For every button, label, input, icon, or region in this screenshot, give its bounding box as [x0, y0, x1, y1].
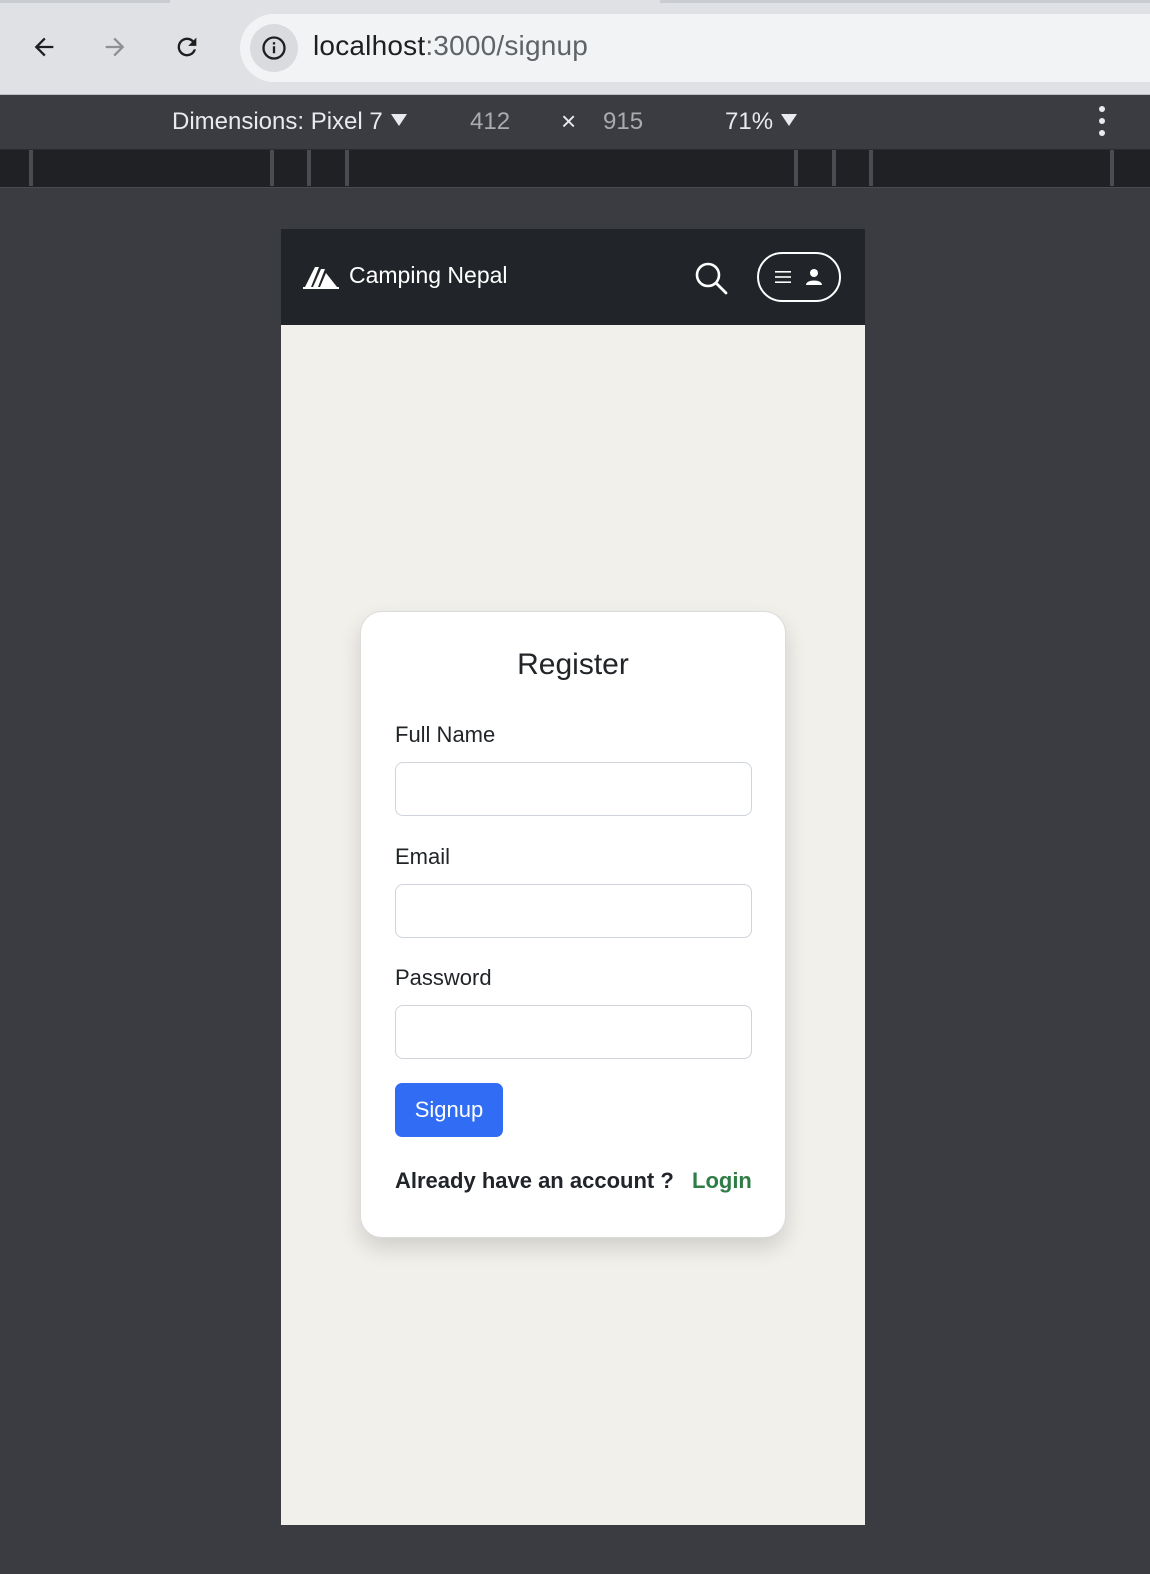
brand-link[interactable]: Camping Nepal — [303, 262, 508, 289]
search-icon — [695, 262, 728, 295]
reload-icon — [177, 37, 197, 57]
search-button[interactable] — [693, 260, 729, 296]
login-link[interactable]: Login — [692, 1168, 752, 1194]
chevron-down-icon — [390, 114, 407, 126]
app-navbar: Camping Nepal — [281, 229, 865, 325]
back-button[interactable] — [23, 26, 65, 68]
user-menu-button[interactable] — [757, 252, 841, 302]
ruler-tick[interactable] — [270, 150, 274, 186]
arrow-left-icon — [34, 37, 54, 57]
password-label: Password — [395, 965, 492, 990]
url-path: :3000/signup — [425, 30, 589, 61]
forward-button[interactable] — [94, 26, 136, 68]
register-card: Register Full Name Email Password Signup… — [360, 611, 786, 1238]
brand-name: Camping Nepal — [349, 262, 508, 288]
hamburger-icon — [775, 271, 791, 283]
signup-button[interactable]: Signup — [395, 1083, 503, 1137]
tab-strip-edge — [660, 0, 1150, 3]
full-name-input[interactable] — [395, 762, 752, 816]
media-query-ruler — [0, 150, 1150, 188]
zoom-dropdown[interactable]: 71% — [725, 108, 798, 136]
email-input[interactable] — [395, 884, 752, 938]
dimension-separator: × — [561, 106, 577, 136]
address-bar[interactable]: localhost:3000/signup — [240, 14, 1150, 82]
tent-icon — [303, 266, 339, 289]
ruler-tick[interactable] — [307, 150, 311, 186]
height-input[interactable]: 915 — [603, 108, 643, 136]
login-prompt: Already have an account ? — [395, 1168, 674, 1193]
tab-strip-edge — [0, 0, 170, 3]
arrow-right-icon — [105, 37, 125, 57]
device-viewport: Camping Nepal Register Full Name Email P… — [281, 229, 865, 1525]
url-host: localhost — [313, 30, 426, 61]
width-input[interactable]: 412 — [470, 108, 510, 136]
password-input[interactable] — [395, 1005, 752, 1059]
browser-toolbar: localhost:3000/signup — [0, 0, 1150, 95]
ruler-tick[interactable] — [1110, 150, 1114, 186]
device-label: Dimensions: Pixel 7 — [172, 108, 383, 135]
info-icon — [262, 36, 286, 60]
chevron-down-icon — [781, 114, 798, 126]
ruler-tick[interactable] — [832, 150, 836, 186]
ruler-tick[interactable] — [794, 150, 798, 186]
ruler-tick[interactable] — [29, 150, 33, 186]
ruler-tick[interactable] — [345, 150, 349, 186]
user-icon — [806, 269, 822, 285]
reload-button[interactable] — [166, 26, 208, 68]
zoom-label: 71% — [725, 108, 774, 135]
site-info-button[interactable] — [250, 24, 298, 72]
register-title: Register — [517, 648, 629, 681]
url-text[interactable]: localhost:3000/signup — [313, 30, 588, 62]
full-name-label: Full Name — [395, 722, 496, 747]
email-label: Email — [395, 844, 451, 869]
more-options-icon[interactable] — [1096, 106, 1108, 136]
ruler-tick[interactable] — [869, 150, 873, 186]
device-toolbar: Dimensions: Pixel 7 412 × 915 71% — [0, 96, 1150, 150]
device-dropdown[interactable]: Dimensions: Pixel 7 — [172, 108, 407, 136]
